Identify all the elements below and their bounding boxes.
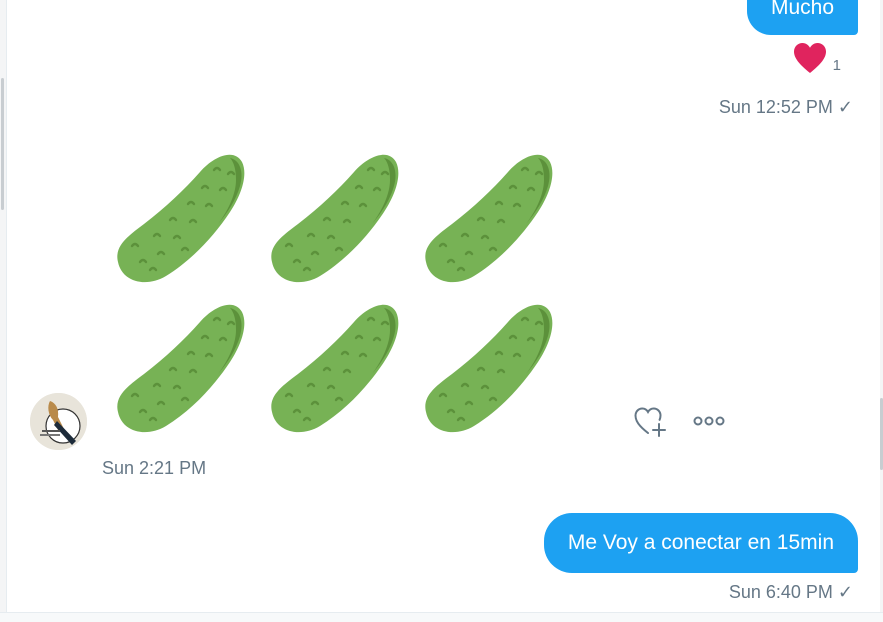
avatar-image [30,393,87,450]
cucumber-icon [425,154,553,283]
cucumber-icon [271,304,399,433]
heart-plus-icon[interactable] [633,406,667,438]
outgoing-message-bubble[interactable]: Mucho [746,0,858,35]
heart-icon [793,43,826,73]
cucumber-icon [117,304,245,433]
left-scrollbar[interactable] [1,78,4,210]
avatar[interactable] [30,393,87,450]
cucumber-icon [117,154,245,283]
cucumber-icon [425,304,553,433]
more-options-icon[interactable] [693,412,725,430]
message-timestamp: Sun 2:21 PM [102,458,207,478]
cucumber-icon [271,154,399,283]
message-timestamp: Sun 6:40 PM ✓ [728,582,853,602]
emoji-message[interactable] [110,150,570,450]
message-reaction[interactable]: 1 [793,42,841,74]
reaction-count: 1 [832,57,841,74]
left-scroll-track [0,0,7,622]
message-timestamp: Sun 12:52 PM ✓ [718,97,853,117]
outgoing-message-bubble[interactable]: Me Voy a conectar en 15min [543,513,858,573]
composer-divider [0,612,883,622]
